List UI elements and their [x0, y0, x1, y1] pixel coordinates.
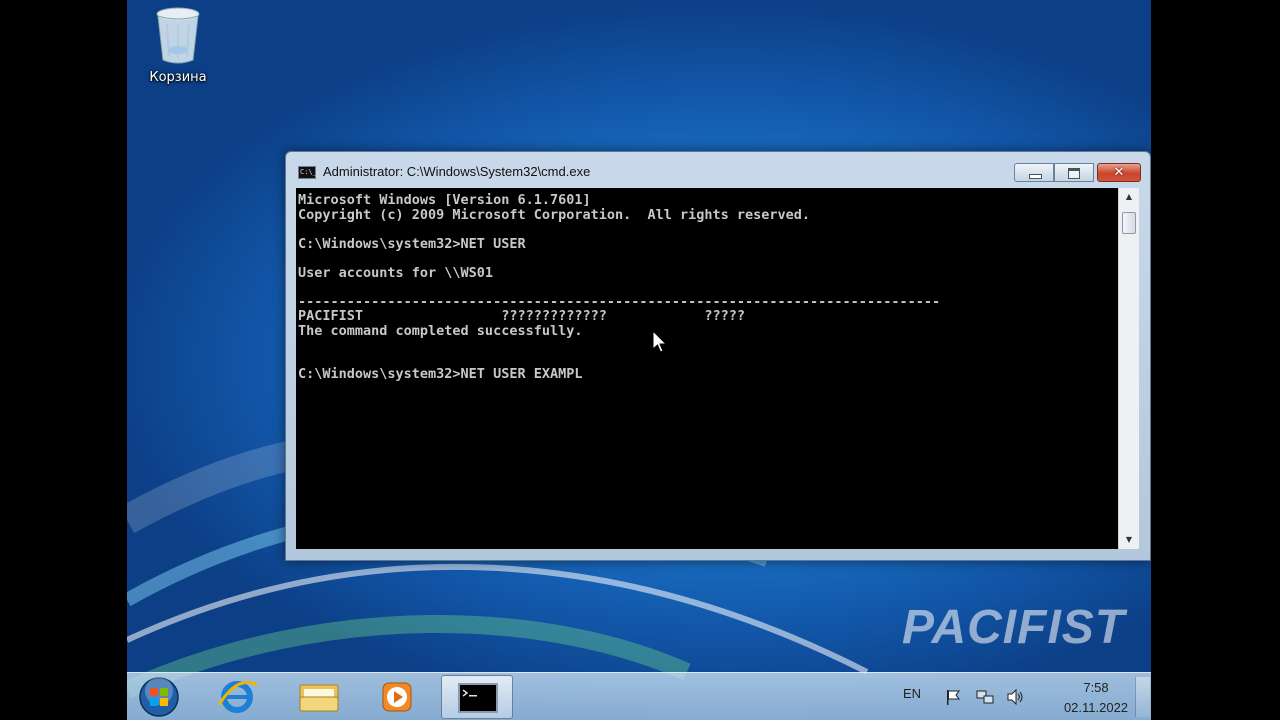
- window-title: Administrator: C:\Windows\System32\cmd.e…: [323, 164, 591, 179]
- clock-time[interactable]: 7:58: [1067, 680, 1125, 695]
- show-desktop-button[interactable]: [1135, 677, 1150, 717]
- taskbar-media-player[interactable]: [361, 675, 433, 719]
- close-icon: ✕: [1113, 165, 1125, 180]
- console-output[interactable]: Microsoft Windows [Version 6.1.7601] Cop…: [296, 188, 1118, 549]
- volume-icon[interactable]: [1005, 687, 1025, 707]
- start-orb-icon[interactable]: [135, 675, 183, 719]
- taskbar-internet-explorer[interactable]: [201, 675, 273, 719]
- watermark-logo: PACIFIST: [902, 601, 1126, 654]
- scroll-up-button[interactable]: ▲: [1119, 188, 1139, 206]
- windows-explorer-icon: [299, 684, 339, 712]
- vertical-scrollbar[interactable]: ▲ ▼: [1118, 188, 1139, 549]
- network-icon[interactable]: [975, 687, 995, 707]
- command-prompt-icon: [458, 683, 498, 713]
- mouse-pointer-icon: [652, 330, 668, 353]
- console-text: Microsoft Windows [Version 6.1.7601] Cop…: [298, 192, 941, 382]
- internet-explorer-icon: [217, 681, 258, 713]
- taskbar: EN 7:58 02.11.2022: [127, 672, 1151, 720]
- recycle-bin-icon: [156, 7, 200, 64]
- title-bar[interactable]: C:\_ Administrator: C:\Windows\System32\…: [286, 152, 1150, 188]
- recycle-bin-label: Корзина: [149, 70, 207, 85]
- media-player-icon: [382, 682, 412, 712]
- scroll-thumb[interactable]: [1122, 212, 1136, 234]
- language-indicator[interactable]: EN: [903, 686, 921, 701]
- taskbar-windows-explorer[interactable]: [283, 675, 355, 719]
- clock-date[interactable]: 02.11.2022: [1043, 700, 1149, 715]
- close-button[interactable]: ✕: [1097, 163, 1141, 182]
- taskbar-command-prompt[interactable]: [441, 675, 513, 719]
- scroll-down-button[interactable]: ▼: [1119, 531, 1139, 549]
- desktop: Корзина PACIFIST C:\_ Administrator: C:\…: [127, 0, 1151, 720]
- minimize-icon: [1029, 174, 1042, 179]
- cmd-window-icon[interactable]: C:\_: [298, 166, 317, 179]
- action-center-flag-icon[interactable]: [943, 687, 963, 707]
- maximize-icon: [1068, 168, 1080, 179]
- recycle-bin[interactable]: Корзина: [143, 6, 213, 85]
- cmd-window[interactable]: C:\_ Administrator: C:\Windows\System32\…: [285, 151, 1151, 561]
- maximize-button[interactable]: [1054, 163, 1094, 182]
- minimize-button[interactable]: [1014, 163, 1054, 182]
